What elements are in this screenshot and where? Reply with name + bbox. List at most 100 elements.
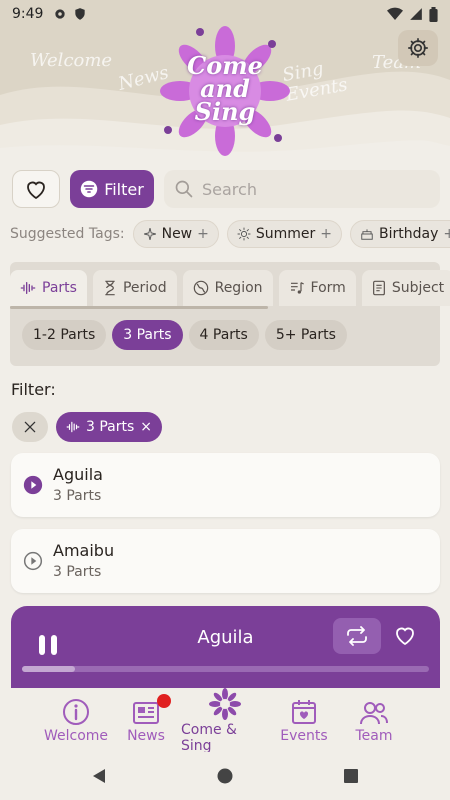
heart-icon[interactable] [393, 624, 417, 646]
tab-label: Period [122, 280, 167, 296]
song-item-aguila[interactable]: Aguila 3 Parts [11, 453, 440, 517]
come-and-sing-logo: Come and Sing [160, 26, 290, 156]
soundwave-icon [66, 421, 80, 433]
hourglass-icon [105, 280, 115, 296]
play-circle-icon[interactable] [23, 551, 43, 571]
search-row: Filter [12, 170, 440, 208]
system-navigation [0, 752, 450, 800]
signal-icon [410, 8, 422, 20]
people-icon [360, 702, 388, 725]
tab-period[interactable]: Period [92, 270, 177, 306]
song-item-amaibu[interactable]: Amaibu 3 Parts [11, 529, 440, 593]
plus-icon: + [197, 226, 209, 242]
favorites-toggle-button[interactable] [12, 170, 60, 208]
play-circle-icon[interactable] [23, 475, 43, 495]
nav-label: Welcome [43, 728, 109, 744]
active-filter-label: 3 Parts [86, 419, 135, 435]
recents-icon[interactable] [343, 768, 359, 784]
home-icon[interactable] [217, 768, 233, 784]
clear-filters-button[interactable] [12, 412, 48, 442]
repeat-button[interactable] [333, 618, 381, 654]
gear-icon [408, 38, 428, 58]
tab-form[interactable]: Form [278, 270, 356, 306]
active-filters: 3 Parts × [12, 412, 163, 442]
nav-events[interactable]: Events [269, 688, 339, 752]
nav-team[interactable]: Team [339, 688, 409, 752]
tag-chip-new[interactable]: New + [132, 220, 219, 248]
status-time: 9:49 [12, 6, 44, 22]
shield-status-icon [75, 8, 86, 20]
song-parts: 3 Parts [53, 488, 102, 504]
newspaper-icon [133, 702, 159, 724]
settings-status-icon [55, 9, 66, 19]
tag-label: Summer [255, 226, 316, 242]
remove-filter-icon[interactable]: × [140, 419, 152, 435]
sun-icon [237, 227, 251, 241]
search-input[interactable] [202, 179, 402, 199]
plus-icon: + [320, 226, 333, 242]
parts-options: 1-2 Parts 3 Parts 4 Parts 5+ Parts [22, 320, 347, 350]
suggested-tags-row: Suggested Tags: New + Summer + Birthday … [10, 219, 450, 249]
globe-icon [193, 280, 208, 296]
search-field[interactable] [164, 170, 440, 208]
document-icon [372, 280, 385, 296]
tabs-scroll-indicator[interactable] [10, 306, 268, 309]
tab-label: Subject [391, 280, 445, 296]
nav-label: Team [355, 728, 393, 744]
tab-subject[interactable]: Subject [361, 270, 450, 306]
filter-section-label: Filter: [11, 380, 56, 399]
heart-icon [27, 181, 45, 200]
tab-label: Region [214, 280, 263, 296]
active-filter-chip[interactable]: 3 Parts × [56, 412, 163, 442]
battery-icon [429, 6, 438, 22]
status-bar: 9:49 [0, 0, 450, 28]
faded-welcome-text: Welcome [30, 50, 113, 71]
progress-fill [22, 666, 75, 672]
filter-button[interactable]: Filter [70, 170, 154, 208]
search-icon [175, 180, 193, 198]
part-option-5-plus[interactable]: 5+ Parts [264, 320, 347, 350]
part-option-4[interactable]: 4 Parts [188, 320, 259, 350]
soundwave-icon [20, 281, 36, 294]
category-filter-panel: Parts Period Region Form Subject 1-2 Par… [10, 262, 450, 366]
info-icon [63, 699, 89, 725]
song-parts: 3 Parts [53, 564, 102, 580]
wifi-icon [387, 7, 403, 21]
calendar-heart-icon [292, 700, 316, 724]
tag-label: Birthday [379, 226, 439, 242]
music-note-icon [290, 282, 304, 294]
nav-label: Events [280, 728, 328, 744]
song-title: Aguila [53, 465, 103, 484]
part-option-1-2[interactable]: 1-2 Parts [22, 320, 107, 350]
notification-badge [157, 694, 171, 708]
logo-word-sing: Sing [194, 97, 256, 126]
nav-welcome[interactable]: Welcome [41, 688, 111, 752]
repeat-icon [347, 626, 367, 646]
nav-news[interactable]: News [111, 688, 181, 752]
tag-chip-birthday[interactable]: Birthday + [350, 220, 450, 248]
tag-chip-summer[interactable]: Summer + [226, 220, 343, 248]
tab-parts[interactable]: Parts [10, 270, 87, 306]
flower-logo-icon [209, 688, 241, 720]
nav-label: Come & Sing [181, 722, 237, 754]
audio-player: Aguila [11, 606, 440, 694]
progress-bar[interactable] [22, 666, 429, 672]
bottom-navigation: Welcome News Come & Sing Events Team [0, 688, 450, 754]
song-title: Amaibu [53, 541, 115, 560]
suggested-tags-label: Suggested Tags: [10, 226, 125, 242]
filter-icon [80, 180, 98, 198]
back-icon[interactable] [91, 768, 107, 784]
sparkle-icon [143, 228, 156, 240]
tab-region[interactable]: Region [182, 270, 273, 306]
nav-label: News [127, 728, 165, 744]
tab-label: Form [310, 280, 346, 296]
tab-label: Parts [42, 280, 77, 296]
filter-button-label: Filter [104, 179, 144, 199]
settings-button[interactable] [398, 30, 438, 66]
close-icon [24, 421, 36, 433]
category-tabs: Parts Period Region Form Subject [10, 270, 450, 306]
plus-icon: + [443, 226, 450, 242]
part-option-3[interactable]: 3 Parts [112, 320, 183, 350]
cake-icon [361, 229, 373, 240]
nav-come-and-sing[interactable]: Come & Sing [181, 688, 269, 754]
